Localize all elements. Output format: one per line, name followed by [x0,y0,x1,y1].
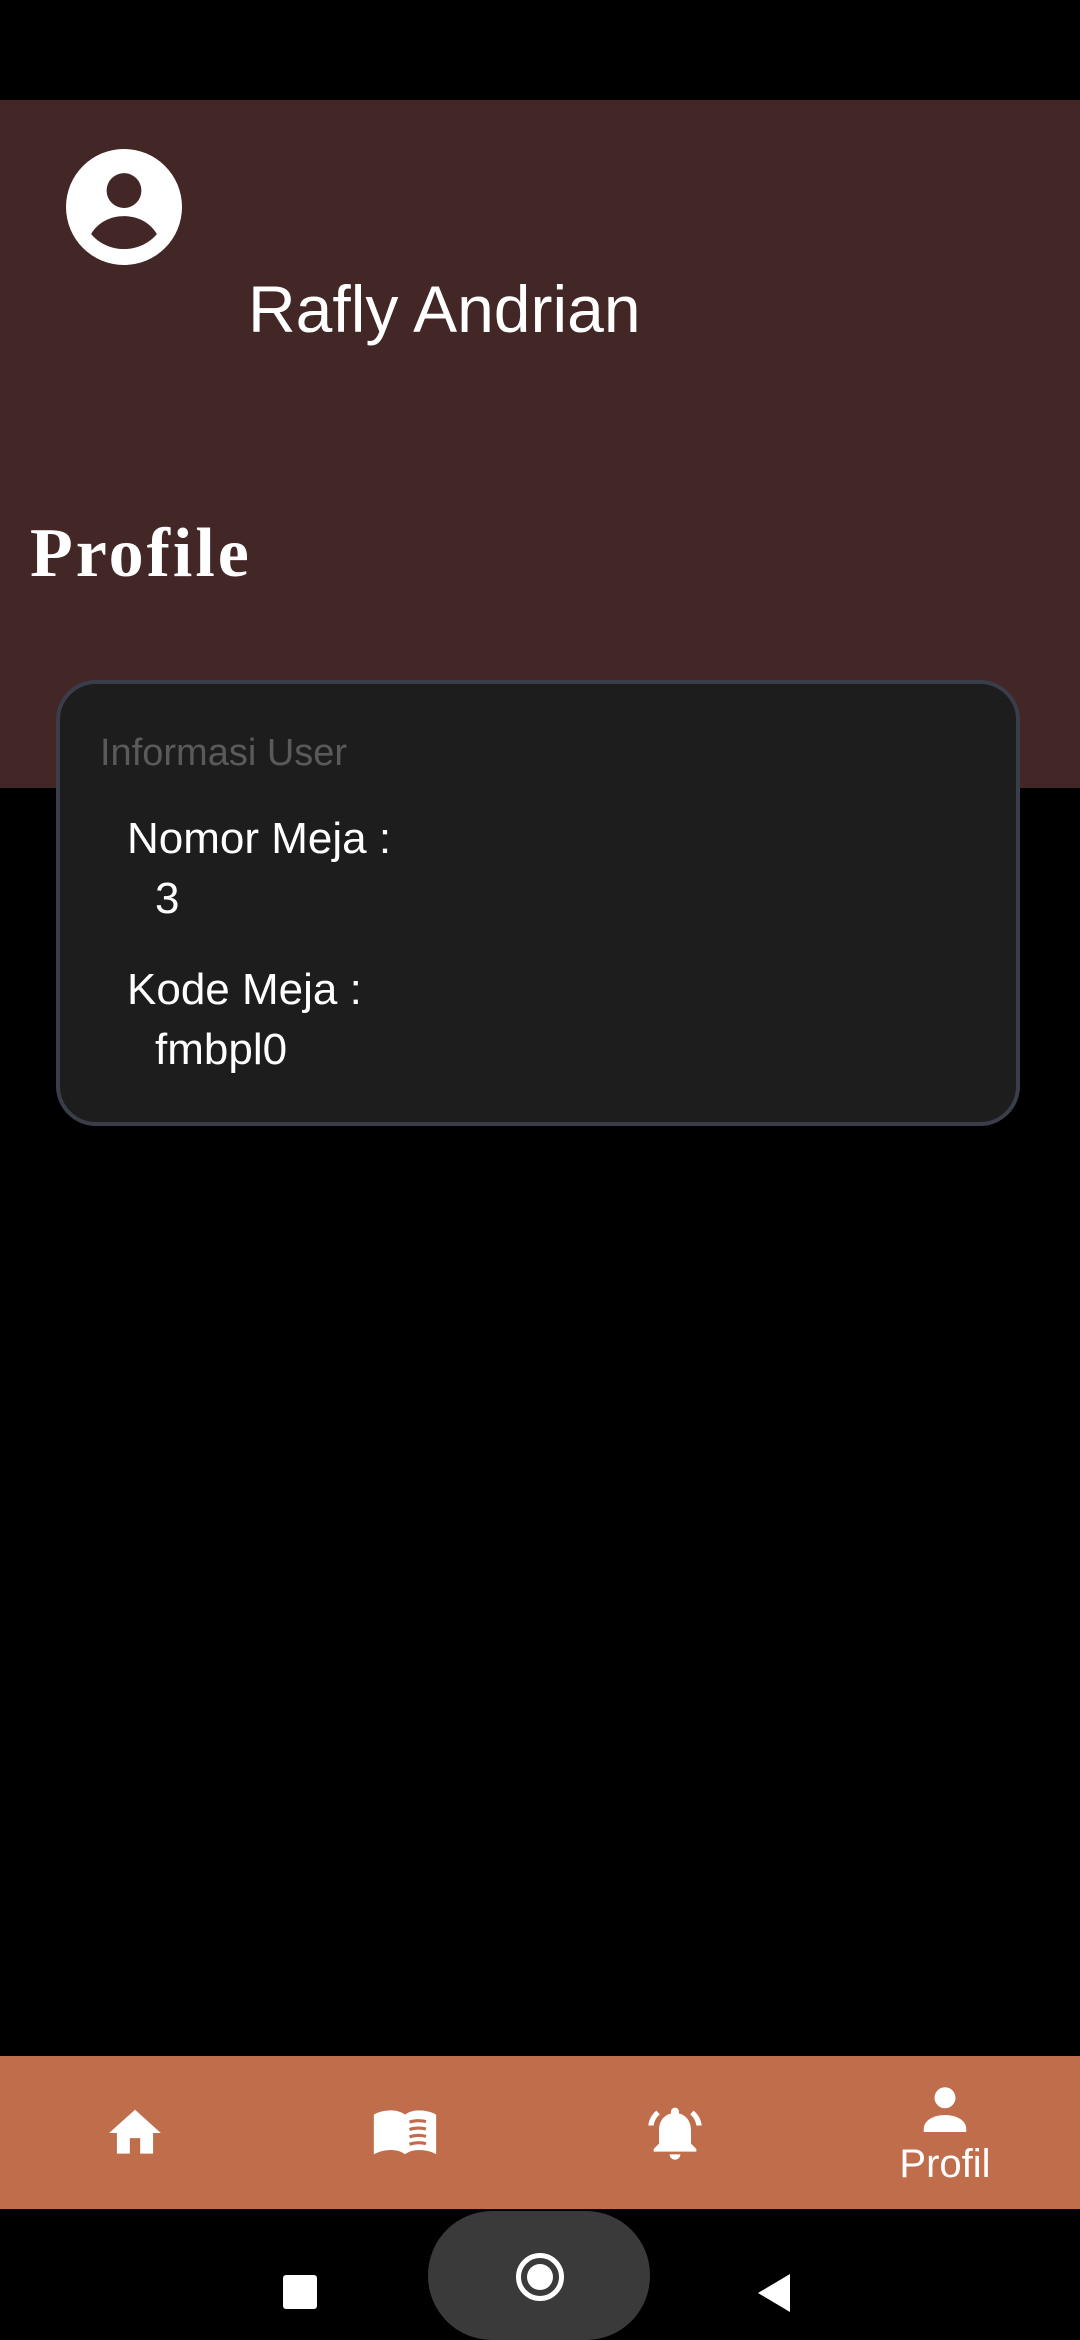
nav-item-notifications[interactable] [540,2056,810,2209]
nav-item-profil[interactable]: Profil [810,2056,1080,2209]
nav-label-profil: Profil [899,2141,991,2186]
user-name: Rafly Andrian [248,272,641,346]
recents-icon[interactable] [283,2275,317,2309]
notification-bell-icon [643,2101,707,2165]
table-number-value: 3 [155,874,180,923]
system-home-button[interactable] [428,2211,650,2340]
table-code-value: fmbpl0 [155,1025,288,1074]
home-circle-icon [516,2253,564,2301]
account-circle-icon [66,149,182,265]
page-title: Profile [30,515,252,592]
person-icon [915,2079,975,2139]
table-number-label: Nomor Meja : [127,814,392,863]
status-bar [0,0,1080,100]
nav-item-menu[interactable] [270,2056,540,2209]
table-code-label: Kode Meja : [127,965,362,1014]
user-info-card: Informasi User Nomor Meja : 3 Kode Meja … [56,680,1020,1126]
card-title: Informasi User [100,732,348,774]
bottom-navigation: Profil [0,2056,1080,2209]
home-icon [104,2102,166,2164]
nav-item-home[interactable] [0,2056,270,2209]
system-navigation-bar [0,2209,1080,2340]
back-icon[interactable] [758,2274,790,2312]
menu-book-icon [371,2099,439,2167]
